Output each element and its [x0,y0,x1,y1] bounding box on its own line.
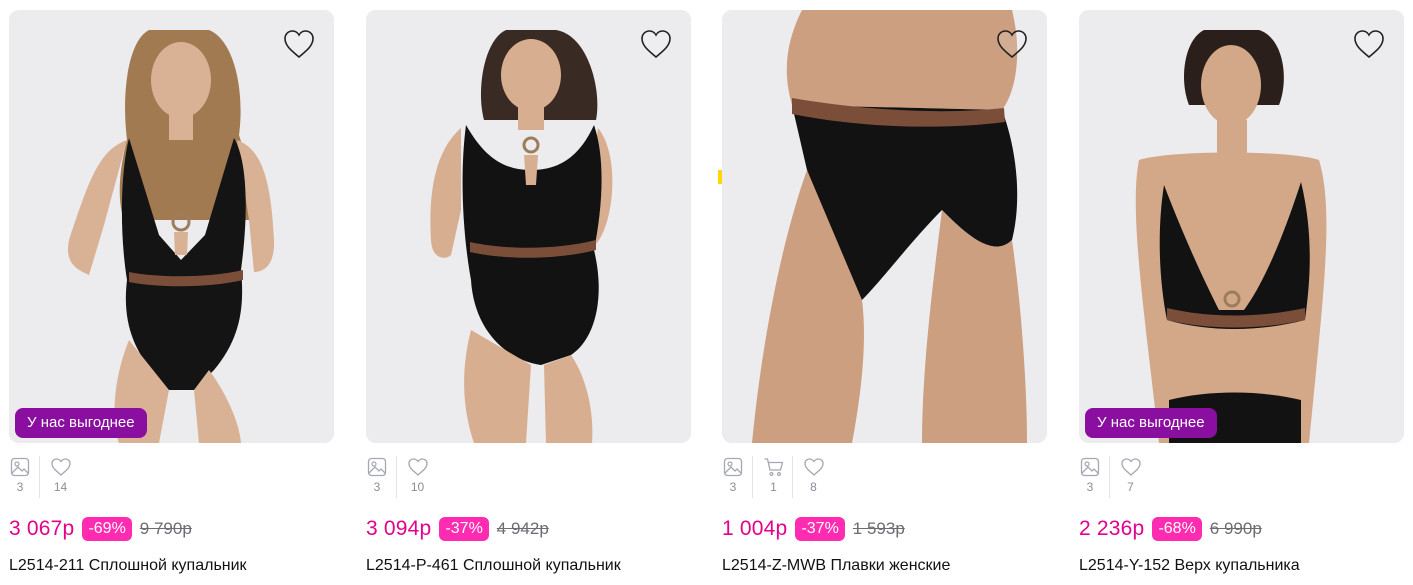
likes-stat[interactable]: 8 [792,456,824,498]
image-icon [366,456,388,478]
photos-count: 3 [1086,480,1094,494]
product-photo[interactable] [366,10,691,443]
cart-stat[interactable]: 1 [752,456,784,498]
product-title[interactable]: L2514-Y-152 Верх купальника [1079,557,1404,575]
image-icon [722,456,744,478]
discount-badge: -68% [1152,517,1202,541]
product-image [722,10,1047,443]
likes-count: 8 [810,480,817,494]
product-title[interactable]: L2514-Z-MWB Плавки женские [722,557,1047,575]
product-title[interactable]: L2514-P-461 Сплошной купальник [366,557,691,575]
current-price: 3 067р [9,517,75,540]
favorite-heart-icon[interactable] [639,28,673,60]
favorite-heart-icon[interactable] [995,28,1029,60]
product-photo[interactable]: У нас выгоднее [1079,10,1404,443]
likes-stat[interactable]: 7 [1109,456,1141,498]
likes-count: 7 [1127,480,1134,494]
likes-stat[interactable]: 14 [39,456,71,498]
likes-count: 10 [410,480,425,494]
heart-icon [1120,456,1142,478]
product-title[interactable]: L2514-211 Сплошной купальник [9,557,334,575]
photos-stat[interactable]: 3 [366,456,388,498]
price-row: 1 004р -37% 1 593р [722,515,905,543]
product-grid: У нас выгоднее 3 14 3 067р -69% 9 790р L… [0,0,1413,585]
price-row: 2 236р -68% 6 990р [1079,515,1262,543]
favorite-heart-icon[interactable] [282,28,316,60]
old-price: 6 990р [1209,519,1262,538]
price-row: 3 067р -69% 9 790р [9,515,192,543]
old-price: 1 593р [852,519,905,538]
discount-badge: -37% [439,517,489,541]
discount-badge: -69% [82,517,132,541]
product-image [366,10,691,443]
product-stats: 3 7 [1079,456,1149,498]
product-card[interactable]: У нас выгоднее 3 7 2 236р -68% 6 990р L2… [1079,10,1404,585]
current-price: 2 236р [1079,517,1145,540]
product-card[interactable]: 3 1 8 1 004р -37% 1 593р L2514-Z-MWB Пла… [722,10,1047,585]
cart-count: 1 [770,480,777,494]
old-price: 4 942р [496,519,549,538]
cart-icon [763,456,785,478]
discount-badge: -37% [795,517,845,541]
heart-icon [407,456,429,478]
photos-stat[interactable]: 3 [9,456,31,498]
product-photo[interactable] [722,10,1047,443]
photos-count: 3 [373,480,381,494]
current-price: 1 004р [722,517,788,540]
product-stats: 3 14 [9,456,79,498]
product-card[interactable]: У нас выгоднее 3 14 3 067р -69% 9 790р L… [9,10,334,585]
product-stats: 3 10 [366,456,436,498]
favorite-heart-icon[interactable] [1352,28,1386,60]
old-price: 9 790р [139,519,192,538]
product-image [1079,10,1404,443]
product-card[interactable]: 3 10 3 094р -37% 4 942р L2514-P-461 Спло… [366,10,691,585]
likes-stat[interactable]: 10 [396,456,428,498]
likes-count: 14 [53,480,68,494]
product-photo[interactable]: У нас выгоднее [9,10,334,443]
better-price-badge: У нас выгоднее [15,408,147,438]
photos-count: 3 [16,480,24,494]
image-icon [1079,456,1101,478]
price-row: 3 094р -37% 4 942р [366,515,549,543]
photos-stat[interactable]: 3 [1079,456,1101,498]
photos-count: 3 [729,480,737,494]
heart-icon [803,456,825,478]
heart-icon [50,456,72,478]
current-price: 3 094р [366,517,432,540]
product-image [9,10,334,443]
product-stats: 3 1 8 [722,456,832,498]
photos-stat[interactable]: 3 [722,456,744,498]
better-price-badge: У нас выгоднее [1085,408,1217,438]
image-icon [9,456,31,478]
yellow-marker [718,170,722,184]
